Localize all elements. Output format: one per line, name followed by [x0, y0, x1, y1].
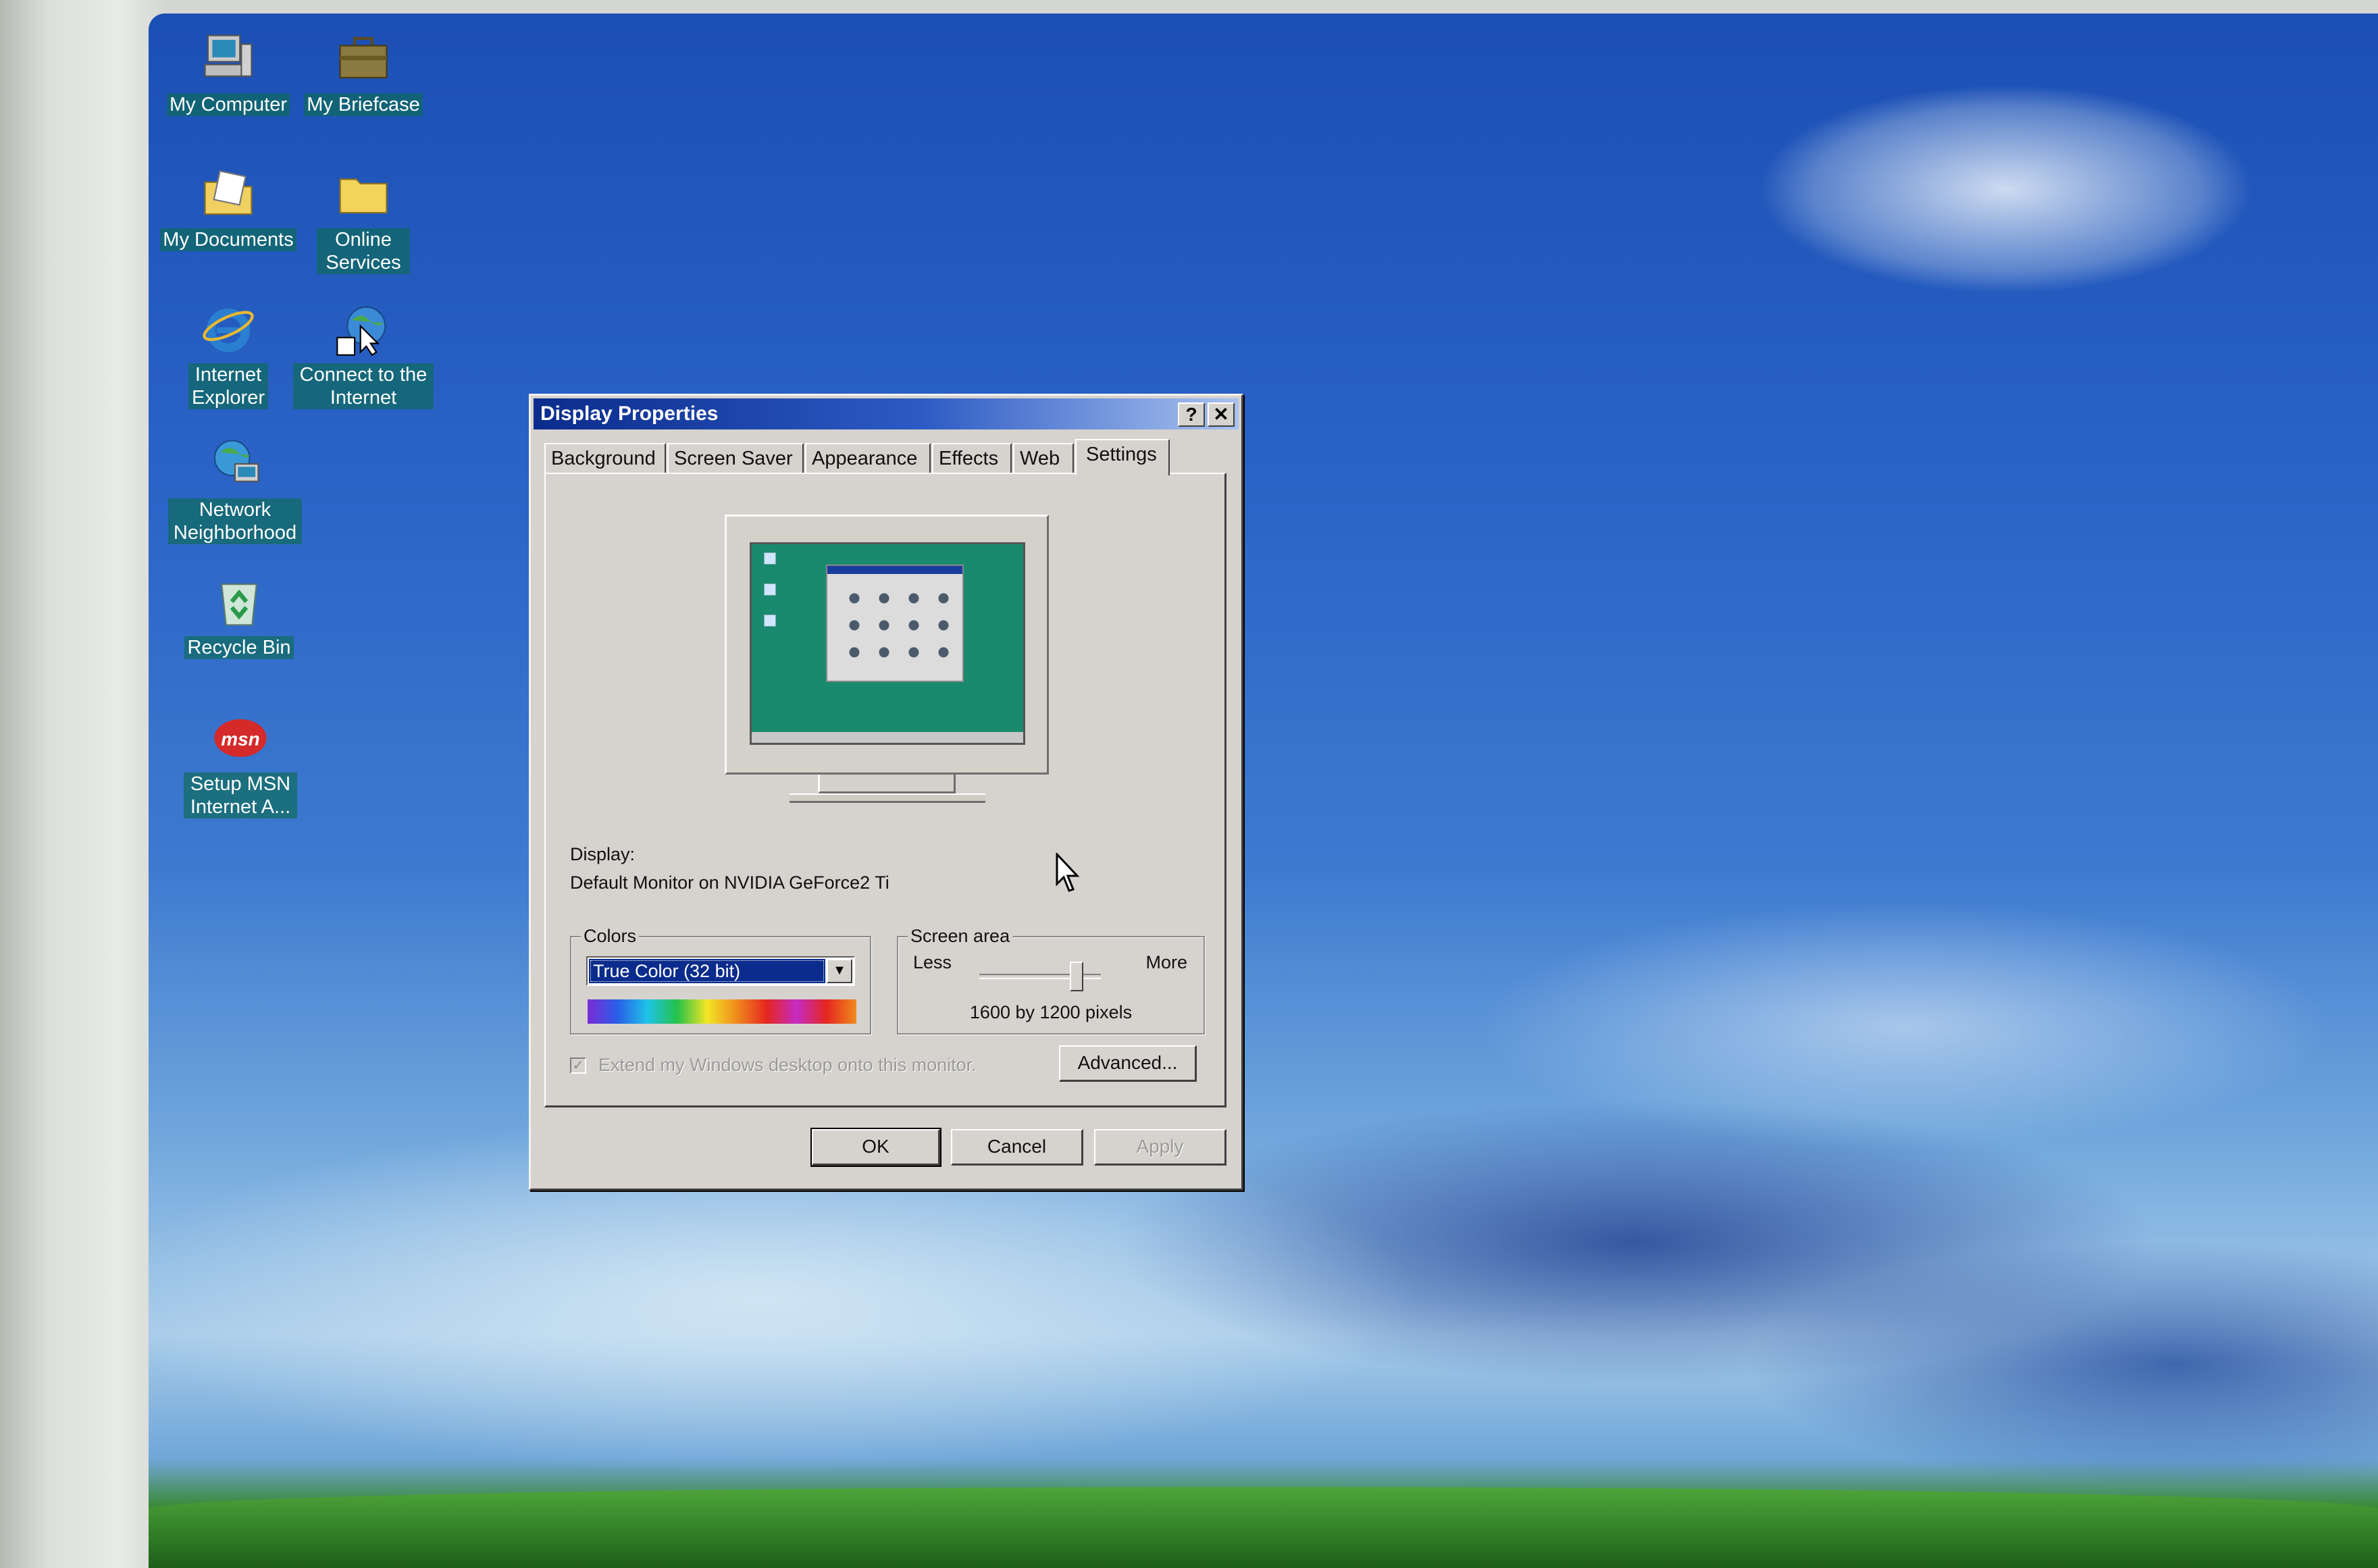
folder-icon [339, 178, 388, 214]
preview-monitor-stand [818, 775, 956, 793]
display-label: Display: [570, 844, 636, 864]
tab-appearance[interactable]: Appearance [805, 443, 931, 474]
desktop-icon-my-computer[interactable]: My Computer [154, 30, 303, 116]
display-preview-monitor [725, 515, 1049, 805]
desktop-icon-label-line: Internet A... [190, 796, 291, 818]
desktop-icon-online-services[interactable]: Online Services [289, 165, 438, 274]
preview-desktop-icon [764, 583, 776, 596]
desktop-icon-internet-explorer[interactable]: Internet Explorer [154, 300, 303, 409]
desktop-icon-label: My Documents [160, 228, 296, 251]
settings-panel: Display: Default Monitor on NVIDIA GeFor… [544, 473, 1226, 1107]
preview-window [826, 565, 964, 682]
desktop-icon-label: Connect to the Internet [293, 363, 434, 409]
desktop[interactable] [149, 14, 2378, 1568]
desktop-icon-label-line: Services [326, 252, 401, 273]
preview-screen [750, 542, 1025, 745]
desktop-icon-my-briefcase[interactable]: My Briefcase [289, 30, 438, 116]
my-computer-icon [204, 34, 253, 77]
desktop-icon-label: My Briefcase [304, 93, 423, 116]
svg-text:msn: msn [221, 729, 259, 750]
preview-desktop-icon [764, 615, 776, 627]
dialog-title: Display Properties [540, 402, 719, 425]
mouse-cursor-icon [1056, 853, 1080, 892]
desktop-icon-label: Setup MSN Internet A... [184, 773, 297, 818]
display-properties-dialog: Display Properties ? ✕ Background Screen… [529, 394, 1243, 1191]
preview-desktop-icon [764, 552, 776, 565]
desktop-icon-setup-msn[interactable]: msn Setup MSN Internet A... [166, 709, 315, 818]
desktop-icon-label-line: Internet [330, 387, 397, 409]
connect-internet-icon [336, 306, 386, 357]
help-button[interactable]: ? [1178, 402, 1205, 427]
preview-window-titlebar [827, 566, 962, 574]
display-value: Default Monitor on NVIDIA GeForce2 Ti [570, 872, 889, 893]
extend-desktop-checkbox[interactable]: ✓ [570, 1057, 586, 1074]
chevron-down-icon[interactable]: ▼ [827, 959, 852, 983]
preview-monitor-case [725, 515, 1049, 775]
apply-button[interactable]: Apply [1094, 1129, 1226, 1166]
cancel-button[interactable]: Cancel [951, 1129, 1083, 1166]
desktop-icon-label: My Computer [166, 93, 290, 116]
desktop-icon-my-documents[interactable]: My Documents [154, 165, 303, 251]
preview-monitor-base [790, 793, 985, 803]
desktop-wallpaper-hill [149, 1487, 2378, 1568]
close-button[interactable]: ✕ [1208, 402, 1235, 427]
preview-window-icons [839, 585, 954, 673]
desktop-icon-label-line: Internet [195, 364, 262, 386]
desktop-icon-connect-to-internet[interactable]: Connect to the Internet [289, 300, 438, 409]
my-documents-icon [204, 170, 253, 215]
colors-dropdown[interactable]: True Color (32 bit) ▼ [586, 956, 855, 986]
recycle-bin-icon [221, 583, 257, 626]
screen-area-slider-thumb[interactable] [1070, 962, 1083, 991]
colors-group: Colors True Color (32 bit) ▼ [570, 925, 871, 1035]
desktop-icon-label-line: Explorer [192, 387, 265, 409]
tab-effects[interactable]: Effects [932, 443, 1012, 474]
desktop-icon-label: Network Neighborhood [168, 498, 302, 544]
slider-less-label: Less [913, 952, 952, 972]
colors-selected-value: True Color (32 bit) [589, 959, 825, 983]
tab-background[interactable]: Background [544, 443, 666, 474]
colors-legend: Colors [581, 925, 640, 947]
preview-taskbar [752, 732, 1023, 743]
slider-more-label: More [1145, 952, 1187, 972]
msn-icon: msn [214, 719, 267, 757]
desktop-icon-recycle-bin[interactable]: Recycle Bin [165, 573, 313, 659]
title-bar[interactable]: Display Properties ? ✕ [534, 398, 1239, 429]
extend-desktop-label: Extend my Windows desktop onto this moni… [598, 1055, 977, 1075]
desktop-icon-label-line: Network [199, 499, 272, 521]
screen-area-legend: Screen area [908, 925, 1013, 947]
advanced-button[interactable]: Advanced... [1059, 1045, 1197, 1082]
briefcase-icon [339, 36, 388, 79]
desktop-icon-label: Online Services [317, 228, 410, 274]
color-spectrum-bar [588, 999, 856, 1024]
tab-settings[interactable]: Settings [1075, 439, 1170, 475]
desktop-icon-label-line: Setup MSN [190, 773, 291, 795]
screen-resolution-value: 1600 by 1200 pixels [969, 1002, 1133, 1022]
tab-web[interactable]: Web [1013, 443, 1074, 474]
desktop-icon-network-neighborhood[interactable]: Network Neighborhood [161, 435, 309, 544]
ok-button[interactable]: OK [810, 1128, 941, 1167]
desktop-icon-label: Internet Explorer [188, 363, 268, 409]
desktop-icon-label-line: Online [335, 229, 392, 251]
desktop-icon-label-line: Neighborhood [173, 522, 297, 544]
internet-explorer-icon [203, 308, 254, 352]
tab-screen-saver[interactable]: Screen Saver [667, 443, 804, 474]
desktop-icon-label-line: Connect to the [299, 364, 428, 386]
screen-area-group: Screen area Less More 1600 by 1200 pixel… [897, 925, 1205, 1035]
desktop-icon-label: Recycle Bin [184, 636, 294, 659]
network-icon [213, 440, 259, 482]
